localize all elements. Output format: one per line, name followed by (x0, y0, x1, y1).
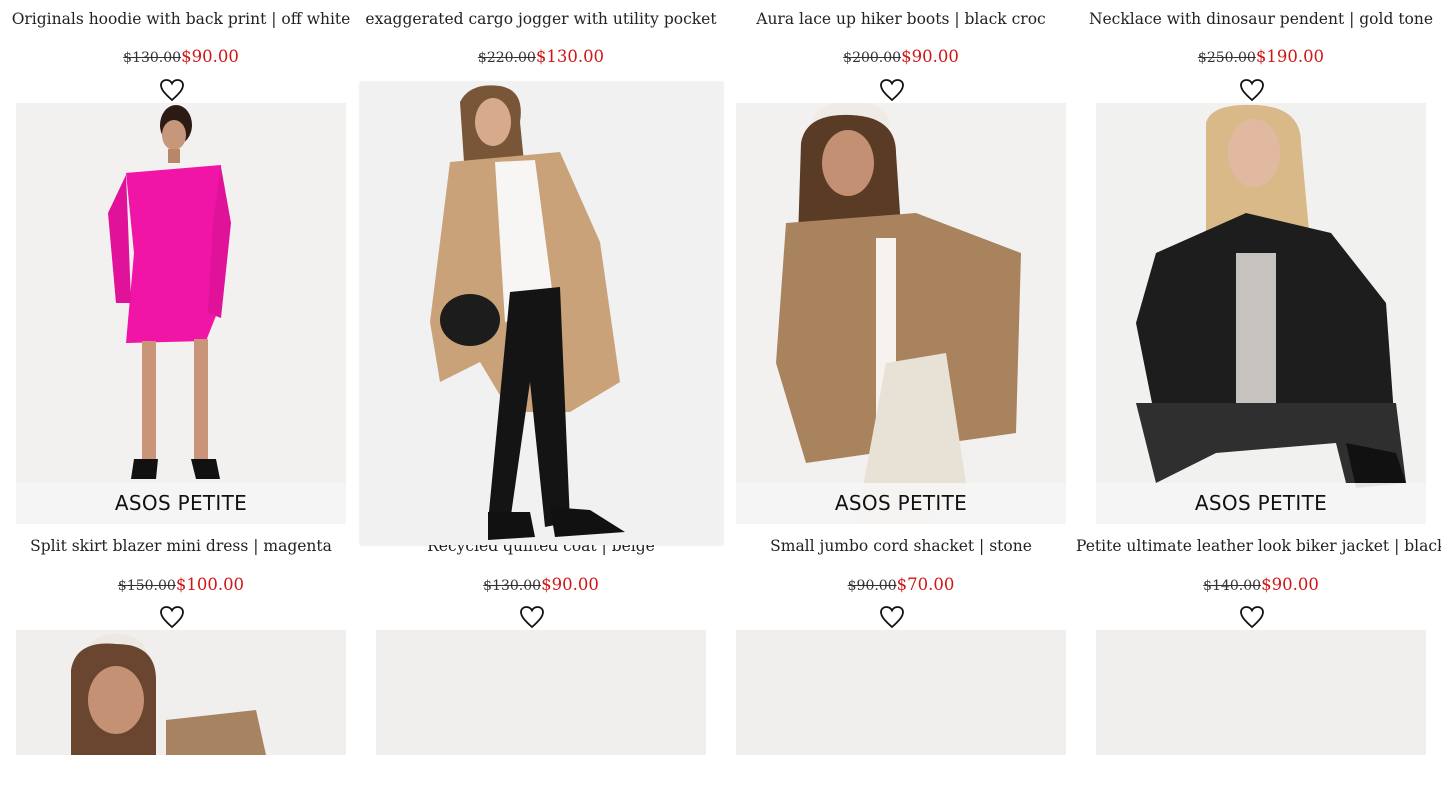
product-image[interactable]: ASOS PETITE (16, 103, 346, 524)
product-title[interactable]: Originals hoodie with back print | off w… (0, 9, 366, 29)
original-price: $200.00 (843, 50, 902, 66)
product-price: $200.00$90.00 (736, 47, 1066, 68)
brand-banner: ASOS PETITE (1096, 483, 1426, 524)
original-price: $130.00 (483, 578, 542, 594)
wishlist-heart-icon[interactable] (1239, 605, 1265, 629)
product-price: $130.00$90.00 (376, 575, 706, 596)
product-image[interactable]: ASOS PETITE (1096, 103, 1426, 524)
product-image[interactable] (376, 630, 706, 755)
sale-price: $90.00 (901, 47, 959, 66)
original-price: $250.00 (1197, 50, 1256, 66)
wishlist-heart-icon[interactable] (519, 605, 545, 629)
sale-price: $70.00 (896, 575, 955, 594)
product-photo (736, 103, 1066, 524)
original-price: $130.00 (123, 50, 182, 66)
product-title[interactable]: Aura lace up hiker boots | black croc (716, 9, 1086, 29)
original-price: $220.00 (477, 50, 536, 66)
product-photo (16, 103, 346, 524)
product-price: $220.00$130.00 (376, 47, 706, 68)
product-image[interactable] (736, 630, 1066, 755)
product-photo (1096, 103, 1426, 524)
product-price: $90.00$70.00 (736, 575, 1066, 596)
product-title[interactable]: exaggerated cargo jogger with utility po… (356, 9, 726, 29)
product-grid: Originals hoodie with back print | off w… (0, 0, 1441, 755)
product-photo (736, 630, 1066, 755)
wishlist-heart-icon[interactable] (879, 78, 905, 102)
product-title[interactable]: Necklace with dinosaur pendent | gold to… (1076, 9, 1441, 29)
brand-banner: ASOS PETITE (736, 483, 1066, 524)
sale-price: $90.00 (1261, 575, 1319, 594)
sale-price: $100.00 (175, 575, 245, 594)
brand-banner: ASOS PETITE (16, 483, 346, 524)
sale-price: $190.00 (1255, 47, 1325, 66)
sale-price: $130.00 (535, 47, 605, 66)
product-image[interactable]: ASOS PETITE (736, 103, 1066, 524)
wishlist-heart-icon[interactable] (159, 78, 185, 102)
product-title[interactable]: Petite ultimate leather look biker jacke… (1076, 536, 1441, 556)
product-image[interactable] (16, 630, 346, 755)
product-price: $130.00$90.00 (16, 47, 346, 68)
product-title[interactable]: Split skirt blazer mini dress | magenta (0, 536, 366, 556)
product-price: $250.00$190.00 (1096, 47, 1426, 68)
original-price: $90.00 (847, 578, 897, 594)
product-photo (16, 630, 346, 755)
product-image[interactable] (1096, 630, 1426, 755)
product-price: $140.00$90.00 (1096, 575, 1426, 596)
wishlist-heart-icon[interactable] (1239, 78, 1265, 102)
sale-price: $90.00 (181, 47, 239, 66)
dragged-product-image[interactable] (360, 82, 723, 545)
original-price: $140.00 (1203, 578, 1262, 594)
sale-price: $90.00 (541, 575, 599, 594)
product-price: $150.00$100.00 (16, 575, 346, 596)
product-photo (360, 82, 723, 545)
original-price: $150.00 (117, 578, 176, 594)
wishlist-heart-icon[interactable] (159, 605, 185, 629)
browser-window: Originals hoodie with back print | off w… (0, 0, 1441, 755)
product-photo (376, 630, 706, 755)
product-title[interactable]: Small jumbo cord shacket | stone (716, 536, 1086, 556)
product-photo (1096, 630, 1426, 755)
wishlist-heart-icon[interactable] (879, 605, 905, 629)
